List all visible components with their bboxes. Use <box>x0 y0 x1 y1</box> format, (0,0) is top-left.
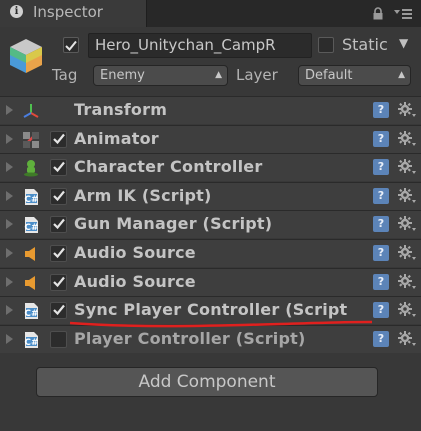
foldout-arrow-icon[interactable] <box>6 190 13 201</box>
foldout-arrow-icon[interactable] <box>6 219 13 230</box>
gear-icon[interactable] <box>397 158 417 180</box>
component-row[interactable]: C# Arm IK (Script)? <box>0 181 421 210</box>
script-icon: C# <box>22 188 40 206</box>
info-icon: i <box>10 5 23 18</box>
foldout-arrow-icon[interactable] <box>6 248 13 258</box>
component-enabled-checkbox[interactable] <box>50 330 67 348</box>
script-icon: C# <box>22 216 40 234</box>
component-row[interactable]: Animator? <box>0 124 421 153</box>
svg-text:C#: C# <box>24 338 38 348</box>
help-book-icon[interactable]: ? <box>373 159 389 176</box>
svg-text:C#: C# <box>24 195 38 205</box>
tab-inspector-label: Inspector <box>33 3 103 21</box>
component-name: Player Controller (Script) <box>74 328 306 348</box>
dropdown-arrows-icon: ▲ <box>215 70 222 80</box>
tag-dropdown[interactable]: Enemy ▲ <box>93 65 228 86</box>
tag-dropdown-value: Enemy <box>100 68 145 83</box>
component-name: Audio Source <box>74 243 196 262</box>
gear-icon[interactable] <box>397 330 417 352</box>
component-enabled-checkbox[interactable] <box>50 159 67 177</box>
script-icon: C# <box>22 302 40 320</box>
help-book-icon[interactable]: ? <box>373 187 389 204</box>
gear-icon[interactable] <box>397 101 417 123</box>
help-book-icon[interactable]: ? <box>373 216 389 233</box>
static-dropdown-arrow-icon[interactable]: ▼ <box>399 36 408 50</box>
gear-icon[interactable] <box>397 301 417 323</box>
tag-label: Tag <box>52 66 78 84</box>
layer-dropdown[interactable]: Default ▲ <box>298 65 411 86</box>
audio-source-icon <box>22 245 40 263</box>
component-name: Character Controller <box>74 157 263 177</box>
gear-icon[interactable] <box>397 130 417 152</box>
gear-icon[interactable] <box>397 215 417 237</box>
component-name: Animator <box>74 128 159 148</box>
menu-icon[interactable] <box>393 7 413 20</box>
component-row[interactable]: Character Controller? <box>0 153 421 182</box>
static-label: Static <box>342 35 388 54</box>
help-book-icon[interactable]: ? <box>373 102 389 118</box>
layer-label: Layer <box>236 66 278 84</box>
dropdown-arrows-icon: ▲ <box>398 70 405 80</box>
gear-icon[interactable] <box>397 273 417 295</box>
script-icon: C# <box>22 331 40 349</box>
active-checkbox[interactable] <box>63 37 79 53</box>
component-name: Gun Manager (Script) <box>74 214 273 234</box>
gear-icon[interactable] <box>397 244 417 266</box>
component-row[interactable]: C# Sync Player Controller (Script? <box>0 296 421 325</box>
add-component-button[interactable]: Add Component <box>36 367 378 397</box>
component-name: Sync Player Controller (Script <box>74 300 348 320</box>
layer-dropdown-value: Default <box>305 68 353 83</box>
component-enabled-checkbox[interactable] <box>50 216 67 234</box>
svg-text:C#: C# <box>24 223 38 233</box>
component-enabled-checkbox[interactable] <box>50 245 67 262</box>
component-row[interactable]: Audio Source? <box>0 239 421 267</box>
foldout-arrow-icon[interactable] <box>6 162 13 173</box>
gameobject-name-field[interactable]: Hero_Unitychan_CampR <box>88 33 312 58</box>
help-book-icon[interactable]: ? <box>373 330 389 347</box>
component-enabled-checkbox[interactable] <box>50 302 67 320</box>
tab-inspector[interactable]: i Inspector <box>0 0 147 27</box>
gameobject-cube-icon <box>10 39 42 73</box>
component-enabled-checkbox[interactable] <box>50 130 67 148</box>
inspector-tab-bar: i Inspector <box>0 0 421 27</box>
static-checkbox[interactable] <box>318 37 334 53</box>
foldout-arrow-icon[interactable] <box>6 276 13 287</box>
help-book-icon[interactable]: ? <box>373 273 389 290</box>
component-enabled-checkbox[interactable] <box>50 187 67 205</box>
help-book-icon[interactable]: ? <box>373 245 389 261</box>
component-enabled-checkbox[interactable] <box>50 273 67 291</box>
audio-source-icon <box>22 274 40 292</box>
transform-icon <box>22 102 40 120</box>
gameobject-header: Hero_Unitychan_CampR Static ▼ Tag Enemy … <box>0 27 421 95</box>
component-row[interactable]: C# Gun Manager (Script)? <box>0 210 421 239</box>
foldout-arrow-icon[interactable] <box>6 305 13 316</box>
gear-icon[interactable] <box>397 187 417 209</box>
component-name: Transform <box>74 100 168 119</box>
component-row[interactable]: C# Player Controller (Script)? <box>0 324 421 353</box>
component-row[interactable]: Audio Source? <box>0 267 421 296</box>
animator-icon <box>22 131 40 149</box>
help-book-icon[interactable]: ? <box>373 302 389 319</box>
component-name: Arm IK (Script) <box>74 185 212 205</box>
help-book-icon[interactable]: ? <box>373 130 389 147</box>
component-row[interactable]: Transform? <box>0 96 421 124</box>
component-name: Audio Source <box>74 271 196 291</box>
svg-text:C#: C# <box>24 309 38 319</box>
foldout-arrow-icon[interactable] <box>6 333 13 344</box>
character-controller-icon <box>22 159 40 177</box>
foldout-arrow-icon[interactable] <box>6 133 13 144</box>
lock-icon[interactable] <box>372 7 384 20</box>
foldout-arrow-icon[interactable] <box>6 105 13 115</box>
